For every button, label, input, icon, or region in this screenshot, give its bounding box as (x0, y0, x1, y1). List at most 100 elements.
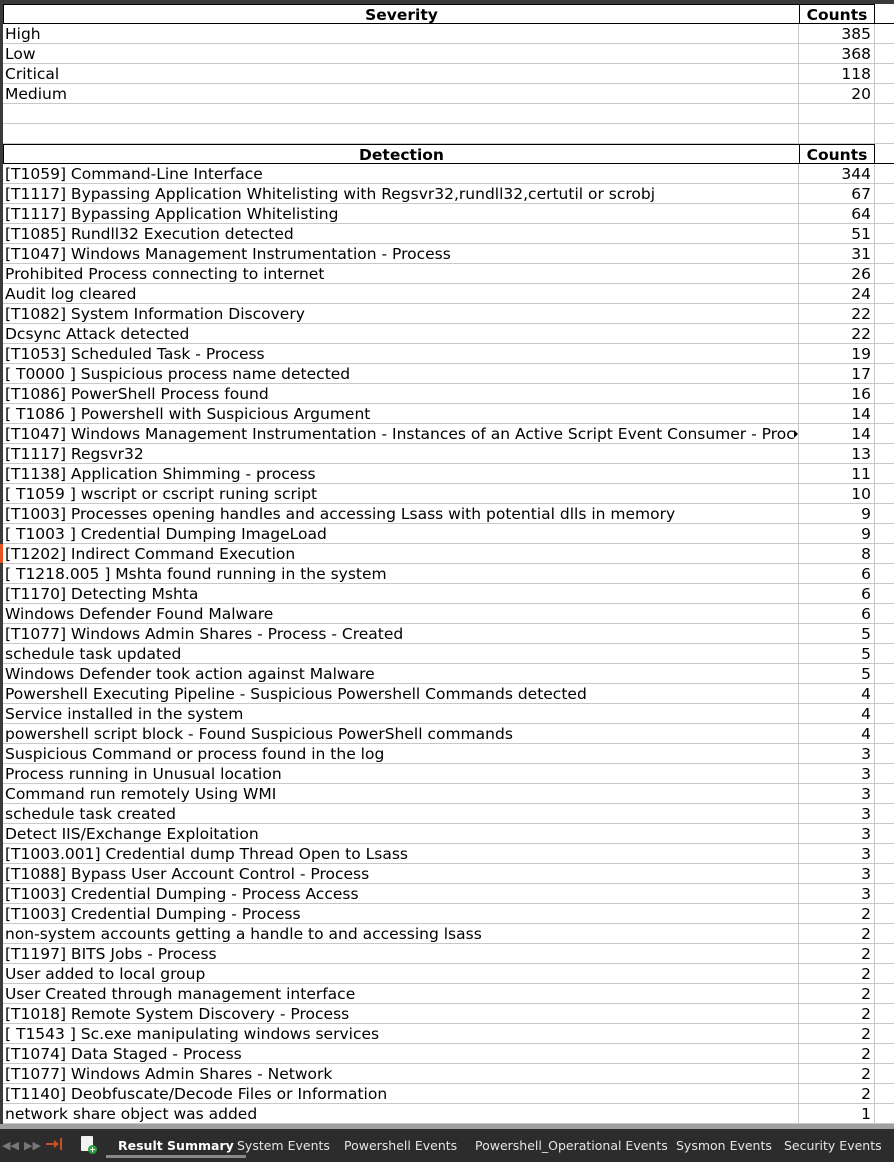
detection-label-cell[interactable]: [T1003] Credential Dumping - Process (3, 904, 799, 924)
empty-cell[interactable] (875, 144, 894, 164)
empty-cell[interactable] (875, 124, 894, 144)
detection-count-cell[interactable]: 3 (799, 744, 875, 764)
empty-cell[interactable] (875, 244, 894, 264)
detection-count-cell[interactable]: 3 (799, 804, 875, 824)
severity-counts-header[interactable]: Counts (799, 4, 875, 24)
empty-cell[interactable] (875, 664, 894, 684)
empty-cell[interactable] (875, 264, 894, 284)
severity-label-cell[interactable]: Critical (3, 64, 799, 84)
severity-count-cell[interactable]: 368 (799, 44, 875, 64)
detection-count-cell[interactable]: 2 (799, 1064, 875, 1084)
detection-label-cell[interactable]: schedule task updated (3, 644, 799, 664)
empty-cell[interactable] (875, 24, 894, 44)
detection-count-cell[interactable]: 10 (799, 484, 875, 504)
detection-label-cell[interactable]: Prohibited Process connecting to interne… (3, 264, 799, 284)
empty-cell[interactable] (875, 424, 894, 444)
severity-column-header[interactable]: Severity (3, 4, 799, 24)
add-sheet-icon[interactable]: + (81, 1136, 97, 1154)
detection-label-cell[interactable]: [T1082] System Information Discovery (3, 304, 799, 324)
detection-count-cell[interactable]: 4 (799, 724, 875, 744)
empty-cell[interactable] (875, 924, 894, 944)
detection-label-cell[interactable]: [T1074] Data Staged - Process (3, 1044, 799, 1064)
detection-label-cell[interactable]: non-system accounts getting a handle to … (3, 924, 799, 944)
empty-cell[interactable] (875, 764, 894, 784)
detection-count-cell[interactable]: 5 (799, 644, 875, 664)
detection-label-cell[interactable]: [ T1218.005 ] Mshta found running in the… (3, 564, 799, 584)
detection-count-cell[interactable]: 4 (799, 684, 875, 704)
detection-count-cell[interactable]: 67 (799, 184, 875, 204)
empty-cell[interactable] (875, 504, 894, 524)
detection-count-cell[interactable]: 6 (799, 584, 875, 604)
detection-column-header[interactable]: Detection (3, 144, 799, 164)
empty-cell[interactable] (875, 284, 894, 304)
detection-count-cell[interactable]: 24 (799, 284, 875, 304)
detection-count-cell[interactable]: 1 (799, 1104, 875, 1124)
severity-count-cell[interactable]: 20 (799, 84, 875, 104)
detection-count-cell[interactable]: 16 (799, 384, 875, 404)
empty-cell[interactable] (875, 844, 894, 864)
empty-cell[interactable] (875, 864, 894, 884)
detection-label-cell[interactable]: [T1170] Detecting Mshta (3, 584, 799, 604)
detection-count-cell[interactable]: 9 (799, 524, 875, 544)
detection-label-cell[interactable]: [T1140] Deobfuscate/Decode Files or Info… (3, 1084, 799, 1104)
empty-cell[interactable] (875, 384, 894, 404)
detection-label-cell[interactable]: [T1077] Windows Admin Shares - Network (3, 1064, 799, 1084)
empty-cell[interactable] (875, 64, 894, 84)
empty-cell[interactable] (875, 1004, 894, 1024)
detection-label-cell[interactable]: [T1117] Bypassing Application Whitelisti… (3, 184, 799, 204)
detection-label-cell[interactable]: Suspicious Command or process found in t… (3, 744, 799, 764)
detection-count-cell[interactable]: 5 (799, 624, 875, 644)
detection-label-cell[interactable]: powershell script block - Found Suspicio… (3, 724, 799, 744)
empty-cell[interactable] (875, 404, 894, 424)
detection-count-cell[interactable]: 19 (799, 344, 875, 364)
empty-cell[interactable] (875, 784, 894, 804)
detection-label-cell[interactable]: [ T1543 ] Sc.exe manipulating windows se… (3, 1024, 799, 1044)
detection-count-cell[interactable]: 2 (799, 964, 875, 984)
empty-cell[interactable] (3, 104, 799, 124)
detection-count-cell[interactable]: 2 (799, 1024, 875, 1044)
detection-label-cell[interactable]: [ T1086 ] Powershell with Suspicious Arg… (3, 404, 799, 424)
detection-label-cell[interactable]: [T1047] Windows Management Instrumentati… (3, 244, 799, 264)
detection-label-cell[interactable]: User added to local group (3, 964, 799, 984)
sheet-tab-system-events[interactable]: System Events (225, 1129, 342, 1162)
detection-count-cell[interactable]: 2 (799, 984, 875, 1004)
detection-count-cell[interactable]: 5 (799, 664, 875, 684)
detection-label-cell[interactable]: [T1138] Application Shimming - process (3, 464, 799, 484)
detection-count-cell[interactable]: 14 (799, 424, 875, 444)
empty-cell[interactable] (875, 644, 894, 664)
detection-label-cell[interactable]: [T1197] BITS Jobs - Process (3, 944, 799, 964)
detection-count-cell[interactable]: 22 (799, 304, 875, 324)
empty-cell[interactable] (875, 704, 894, 724)
detection-label-cell[interactable]: [T1086] PowerShell Process found (3, 384, 799, 404)
empty-cell[interactable] (3, 124, 799, 144)
detection-label-cell[interactable]: [T1077] Windows Admin Shares - Process -… (3, 624, 799, 644)
detection-label-cell[interactable]: Service installed in the system (3, 704, 799, 724)
first-sheet-icon[interactable]: ◀◀ (2, 1139, 19, 1152)
detection-count-cell[interactable]: 6 (799, 604, 875, 624)
empty-cell[interactable] (875, 744, 894, 764)
severity-count-cell[interactable]: 385 (799, 24, 875, 44)
detection-label-cell[interactable]: [T1202] Indirect Command Execution (3, 544, 799, 564)
detection-count-cell[interactable]: 64 (799, 204, 875, 224)
empty-cell[interactable] (875, 1024, 894, 1044)
detection-label-cell[interactable]: [T1018] Remote System Discovery - Proces… (3, 1004, 799, 1024)
detection-count-cell[interactable]: 8 (799, 544, 875, 564)
empty-cell[interactable] (875, 684, 894, 704)
spreadsheet-grid[interactable]: Severity Counts High 385 Low 368 Critical 118… (3, 4, 894, 1124)
detection-count-cell[interactable]: 2 (799, 1004, 875, 1024)
empty-cell[interactable] (875, 164, 894, 184)
empty-cell[interactable] (799, 124, 875, 144)
empty-cell[interactable] (875, 824, 894, 844)
sheet-tab-sysmon-events[interactable]: Sysmon Events (664, 1129, 784, 1162)
detection-count-cell[interactable]: 2 (799, 924, 875, 944)
empty-cell[interactable] (875, 804, 894, 824)
empty-cell[interactable] (875, 204, 894, 224)
detection-count-cell[interactable]: 6 (799, 564, 875, 584)
detection-label-cell[interactable]: [T1085] Rundll32 Execution detected (3, 224, 799, 244)
detection-counts-header[interactable]: Counts (799, 144, 875, 164)
empty-cell[interactable] (875, 1044, 894, 1064)
detection-label-cell[interactable]: Powershell Executing Pipeline - Suspicio… (3, 684, 799, 704)
empty-cell[interactable] (875, 544, 894, 564)
empty-cell[interactable] (875, 564, 894, 584)
severity-label-cell[interactable]: Low (3, 44, 799, 64)
